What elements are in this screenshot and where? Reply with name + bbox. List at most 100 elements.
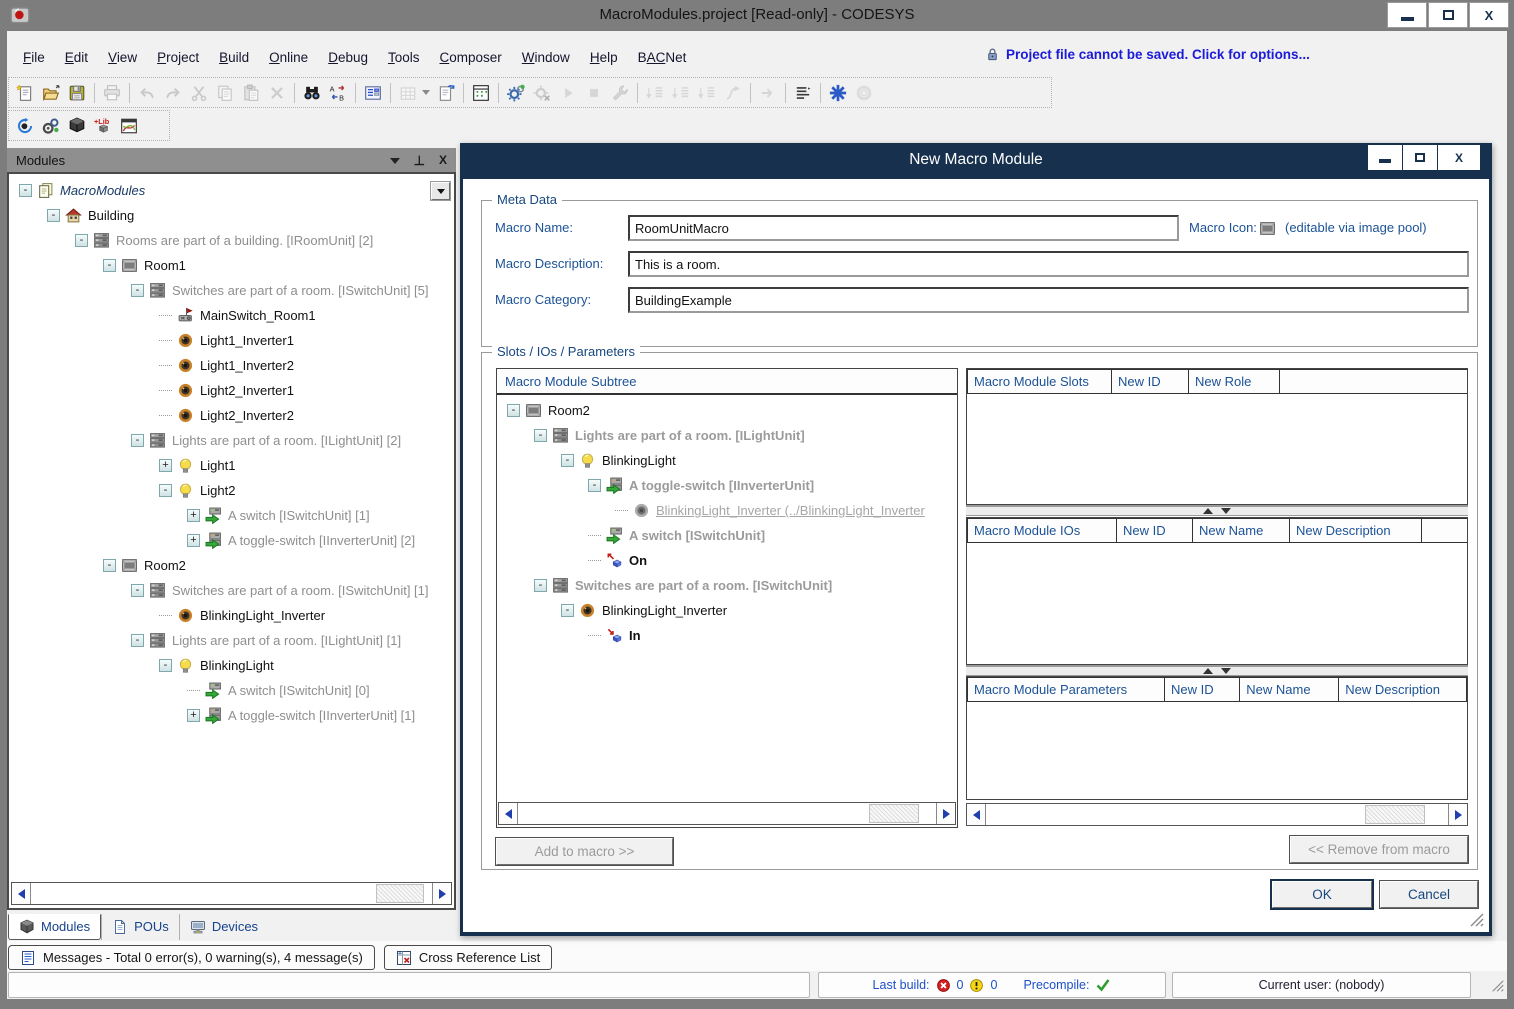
input-assistant-button[interactable] — [360, 80, 386, 106]
menu-item-view[interactable]: View — [108, 50, 137, 65]
tree-item[interactable]: -Lights are part of a room. [ILightUnit] — [499, 423, 957, 448]
column-header[interactable]: New ID — [1116, 518, 1193, 543]
tree-item[interactable]: -Rooms are part of a building. [IRoomUni… — [11, 228, 452, 253]
expand-icon[interactable]: + — [159, 459, 172, 472]
subtree-hscrollbar[interactable] — [498, 802, 956, 825]
copy-button[interactable] — [212, 80, 238, 106]
tree-item[interactable]: -BlinkingLight — [499, 448, 957, 473]
column-header[interactable]: Macro Module Parameters — [967, 677, 1165, 702]
expand-icon[interactable]: + — [187, 709, 200, 722]
composer-add-library-button[interactable]: +Lib — [90, 113, 116, 139]
delete-button[interactable] — [264, 80, 290, 106]
pin-icon[interactable]: ⊥ — [414, 154, 425, 167]
run-to-cursor-button[interactable] — [720, 80, 746, 106]
tree-item[interactable]: Light1_Inverter2 — [11, 353, 452, 378]
scroll-left-icon[interactable] — [967, 804, 986, 825]
compile-button[interactable] — [503, 80, 529, 106]
scroll-right-icon[interactable] — [1448, 804, 1467, 825]
window-resize-grip[interactable] — [1491, 979, 1505, 993]
tree-item[interactable]: MainSwitch_Room1 — [11, 303, 452, 328]
dropdown-caret-icon[interactable] — [422, 90, 430, 95]
tree-item[interactable]: -Room2 — [11, 553, 452, 578]
tree-item[interactable]: -Room2 — [499, 398, 957, 423]
new-project-button[interactable] — [12, 80, 38, 106]
window-maximize-button[interactable] — [1428, 2, 1468, 28]
scroll-right-icon[interactable] — [432, 883, 451, 904]
module-combo-button[interactable] — [431, 182, 450, 200]
tree-item[interactable]: -BlinkingLight — [11, 653, 452, 678]
tree-item[interactable]: Light1_Inverter1 — [11, 328, 452, 353]
column-header[interactable]: Macro Module Slots — [967, 369, 1112, 394]
save-notification[interactable]: Project file cannot be saved. Click for … — [985, 47, 1310, 62]
print-button[interactable] — [99, 80, 125, 106]
tree-item[interactable]: +A switch [ISwitchUnit] [1] — [11, 503, 452, 528]
dialog-minimize-button[interactable] — [1368, 145, 1402, 170]
collapse-icon[interactable]: - — [75, 234, 88, 247]
tree-item[interactable]: -Lights are part of a room. [ILightUnit]… — [11, 428, 452, 453]
macro-category-input[interactable] — [628, 287, 1469, 313]
collapse-icon[interactable]: - — [159, 659, 172, 672]
column-header[interactable]: New Name — [1239, 677, 1339, 702]
tab-messages[interactable]: Messages - Total 0 error(s), 0 warning(s… — [8, 945, 375, 970]
column-header[interactable]: New ID — [1164, 677, 1240, 702]
collapse-icon[interactable]: - — [561, 454, 574, 467]
tree-item[interactable]: +A toggle-switch [IInverterUnit] [1] — [11, 703, 452, 728]
step-into-button[interactable] — [668, 80, 694, 106]
menu-item-bacnet[interactable]: BACNet — [638, 50, 687, 65]
tree-item[interactable]: -Switches are part of a room. [ISwitchUn… — [11, 278, 452, 303]
window-minimize-button[interactable] — [1387, 2, 1427, 28]
menu-item-edit[interactable]: Edit — [65, 50, 88, 65]
tree-item[interactable]: Light2_Inverter2 — [11, 403, 452, 428]
library-manager-button[interactable] — [468, 80, 494, 106]
reset-button[interactable] — [851, 80, 877, 106]
modules-tree-hscrollbar[interactable] — [11, 882, 452, 905]
column-header[interactable]: New Role — [1188, 369, 1280, 394]
menu-item-build[interactable]: Build — [219, 50, 249, 65]
tree-item[interactable]: BlinkingLight_Inverter (../BlinkingLight… — [499, 498, 957, 523]
scroll-thumb[interactable] — [376, 884, 424, 903]
tab-crossref[interactable]: Cross Reference List — [384, 945, 552, 970]
dialog-close-button[interactable]: X — [1438, 145, 1480, 170]
splitter-down-icon[interactable] — [1221, 668, 1231, 674]
splitter-up-icon[interactable] — [1203, 668, 1213, 674]
collapse-icon[interactable]: - — [534, 429, 547, 442]
tree-item[interactable]: +Light1 — [11, 453, 452, 478]
open-project-button[interactable] — [38, 80, 64, 106]
tree-item[interactable]: +A toggle-switch [IInverterUnit] [2] — [11, 528, 452, 553]
save-project-button[interactable] — [64, 80, 90, 106]
composer-signal-diagram-button[interactable] — [116, 113, 142, 139]
collapse-icon[interactable]: - — [19, 184, 32, 197]
menu-item-window[interactable]: Window — [522, 50, 570, 65]
tables-hscrollbar[interactable] — [966, 803, 1468, 826]
replace-button[interactable]: AB — [325, 80, 351, 106]
scroll-thumb[interactable] — [1365, 805, 1425, 824]
tree-item[interactable]: On — [499, 548, 957, 573]
stop-button[interactable] — [581, 80, 607, 106]
column-header[interactable]: New ID — [1111, 369, 1189, 394]
redo-button[interactable] — [160, 80, 186, 106]
collapse-icon[interactable]: - — [561, 604, 574, 617]
column-header[interactable]: New Description — [1289, 518, 1422, 543]
tree-item[interactable]: -Switches are part of a room. [ISwitchUn… — [11, 578, 452, 603]
table-splitter[interactable] — [966, 665, 1468, 676]
macro-room-icon[interactable] — [1259, 220, 1276, 237]
panel-close-icon[interactable]: X — [439, 154, 447, 166]
tree-item[interactable]: -Switches are part of a room. [ISwitchUn… — [499, 573, 957, 598]
ok-button[interactable]: OK — [1272, 881, 1372, 908]
show-next-statement-button[interactable] — [755, 80, 781, 106]
scroll-left-icon[interactable] — [12, 883, 31, 904]
menu-item-help[interactable]: Help — [590, 50, 618, 65]
tree-item[interactable]: -A toggle-switch [IInverterUnit] — [499, 473, 957, 498]
paste-button[interactable] — [238, 80, 264, 106]
step-out-button[interactable] — [694, 80, 720, 106]
cancel-button[interactable]: Cancel — [1380, 881, 1478, 908]
add-to-macro-button[interactable]: Add to macro >> — [496, 838, 673, 865]
composer-update-button[interactable] — [12, 113, 38, 139]
tree-item[interactable]: In — [499, 623, 957, 648]
collapse-icon[interactable]: - — [103, 559, 116, 572]
collapse-icon[interactable]: - — [159, 484, 172, 497]
composer-module-gears-button[interactable] — [38, 113, 64, 139]
start-button[interactable] — [555, 80, 581, 106]
build-button[interactable] — [395, 80, 421, 106]
menu-item-tools[interactable]: Tools — [388, 50, 420, 65]
